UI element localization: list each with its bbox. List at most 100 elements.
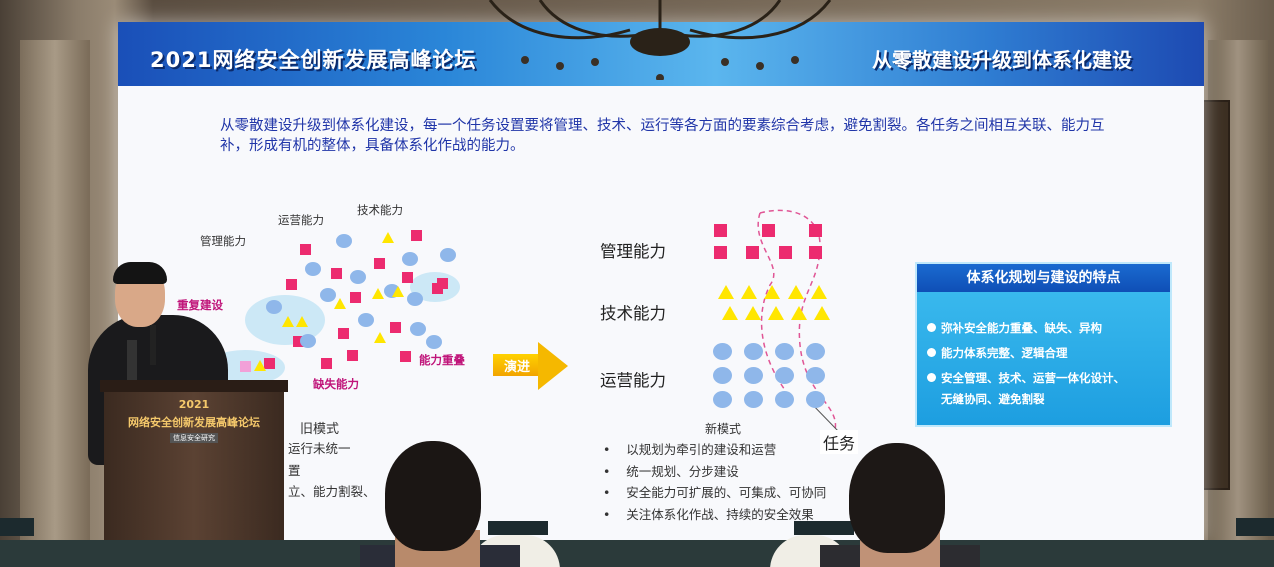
ops-circle — [806, 367, 825, 384]
bullet-dot — [927, 323, 936, 332]
tech-triangle — [811, 285, 827, 299]
new-mode-item: • 关注体系化作战、持续的安全效果 — [603, 506, 814, 522]
ops-circle — [744, 343, 763, 360]
missing-square — [240, 361, 251, 372]
label-ops-ability: 运营能力 — [278, 213, 324, 227]
tech-triangle — [722, 306, 738, 320]
mgmt-square — [321, 358, 332, 369]
tech-triangle — [282, 316, 294, 327]
slide-title: 从零散建设升级到体系化建设 — [872, 48, 1132, 72]
podium-year: 2021 — [178, 398, 210, 411]
mgmt-square — [400, 351, 411, 362]
ops-circle — [775, 343, 794, 360]
old-mode-item: 立、能力割裂、 — [288, 484, 376, 499]
label-tech-ability: 技术能力 — [357, 203, 403, 217]
ops-circle — [775, 391, 794, 408]
slide-intro-text: 从零散建设升级到体系化建设，每一个任务设置要将管理、技术、运行等各方面的要素综合… — [220, 118, 1105, 154]
ops-circle — [266, 300, 282, 314]
ops-circle — [407, 292, 423, 306]
label-missing: 缺失能力 — [313, 377, 359, 391]
ops-circle — [402, 252, 418, 266]
forum-title: 2021网络安全创新发展高峰论坛 — [150, 48, 477, 72]
row-label-ops: 运营能力 — [600, 371, 666, 390]
tech-triangle — [745, 306, 761, 320]
feature-item: 弥补安全能力重叠、缺失、异构 — [941, 321, 1102, 335]
mgmt-square — [809, 246, 822, 259]
feature-item: 能力体系完整、逻辑合理 — [941, 346, 1068, 360]
tech-triangle — [382, 232, 394, 243]
tech-triangle — [791, 306, 807, 320]
mgmt-square — [714, 224, 727, 237]
tech-triangle — [296, 316, 308, 327]
new-mode-item-text: 以规划为牵引的建设和运营 — [626, 442, 777, 457]
mgmt-square — [746, 246, 759, 259]
new-mode-caption: 新模式 — [705, 422, 742, 436]
chandelier — [488, 0, 832, 80]
mgmt-square — [300, 244, 311, 255]
mgmt-square — [350, 292, 361, 303]
mgmt-square — [331, 268, 342, 279]
mgmt-square — [762, 224, 775, 237]
tech-triangle — [768, 306, 784, 320]
ops-circle — [744, 367, 763, 384]
tech-triangle — [372, 288, 384, 299]
ops-circle — [300, 334, 316, 348]
audience-member-head — [849, 443, 945, 553]
ops-circle — [713, 343, 732, 360]
old-mode-item: 运行未统一 — [288, 441, 351, 456]
ops-circle — [775, 367, 794, 384]
mgmt-square — [411, 230, 422, 241]
mgmt-square — [437, 278, 448, 289]
speaker-hair — [113, 262, 167, 284]
mgmt-square — [714, 246, 727, 259]
ops-circle — [426, 335, 442, 349]
feature-item: 无缝协同、避免割裂 — [941, 392, 1045, 406]
new-mode-item: • 统一规划、分步建设 — [603, 463, 739, 479]
feature-box-title: 体系化规划与建设的特点 — [917, 264, 1170, 292]
mgmt-square — [809, 224, 822, 237]
audience-member-head — [385, 441, 481, 551]
left-pillar — [20, 40, 90, 540]
microphone-stand — [127, 340, 137, 380]
evolve-arrow-head — [538, 342, 568, 390]
ops-circle — [713, 367, 732, 384]
mgmt-square — [390, 322, 401, 333]
ops-circle — [806, 343, 825, 360]
label-repeat-build: 重复建设 — [177, 298, 223, 312]
task-outline — [757, 209, 841, 434]
mgmt-square — [402, 272, 413, 283]
tech-triangle — [334, 298, 346, 309]
bullet-dot — [927, 348, 936, 357]
tech-triangle — [788, 285, 804, 299]
evolve-arrow-label: 演进 — [504, 360, 531, 375]
mgmt-square — [779, 246, 792, 259]
tech-triangle — [764, 285, 780, 299]
new-mode-list: • 以规划为牵引的建设和运营 • 统一规划、分步建设 • 安全能力可扩展的、可集… — [603, 439, 826, 525]
tech-triangle — [718, 285, 734, 299]
ops-circle — [358, 313, 374, 327]
microphone — [150, 325, 156, 365]
ops-circle — [350, 270, 366, 284]
row-label-mgmt: 管理能力 — [600, 242, 666, 261]
ops-circle — [336, 234, 352, 248]
tech-triangle — [392, 286, 404, 297]
mgmt-square — [374, 258, 385, 269]
bullet-dot — [927, 373, 936, 382]
new-mode-item: • 安全能力可扩展的、可集成、可协同 — [603, 485, 827, 500]
podium-top — [100, 380, 288, 392]
tech-triangle — [814, 306, 830, 320]
new-mode-item-text: 关注体系化作战、持续的安全效果 — [626, 506, 814, 522]
row-label-tech: 技术能力 — [600, 304, 666, 323]
old-mode-item: 置 — [288, 462, 301, 478]
new-mode-item-text: 安全能力可扩展的、可集成、可协同 — [626, 485, 827, 500]
tech-triangle — [374, 332, 386, 343]
podium-sponsor: 信息安全研究 — [170, 433, 218, 443]
nameplate — [794, 521, 854, 535]
mgmt-square — [286, 279, 297, 290]
ops-circle — [305, 262, 321, 276]
feature-item: 安全管理、技术、运营一体化设计、 — [941, 371, 1125, 385]
nameplate — [1236, 518, 1274, 536]
ops-circle — [713, 391, 732, 408]
tech-triangle — [741, 285, 757, 299]
label-overlap: 能力重叠 — [419, 353, 465, 367]
